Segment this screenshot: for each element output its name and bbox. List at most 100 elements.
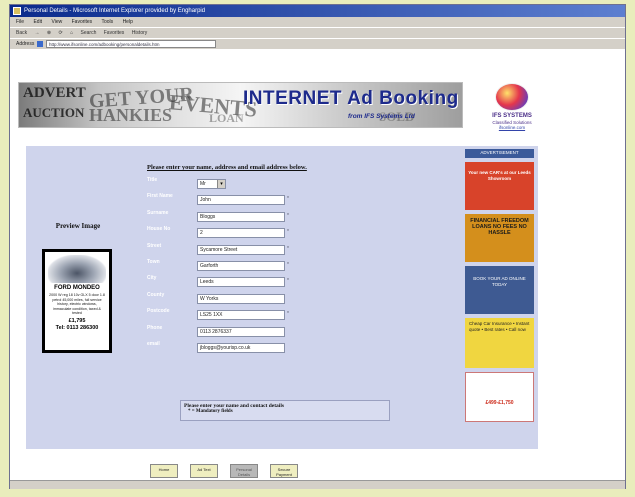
refresh-icon[interactable]: ⟳: [59, 30, 63, 36]
postcode-input[interactable]: LS25 1XX: [197, 310, 285, 321]
preview-description: 2000 W reg 18 10v GLX 5 door 1.8 petrol …: [49, 293, 105, 315]
sidebar-ad-text: BOOK YOUR AD ONLINE TODAY: [473, 276, 526, 287]
sidebar-ad-booking[interactable]: BOOK YOUR AD ONLINE TODAY: [465, 266, 534, 314]
car-image: [48, 255, 106, 283]
menu-tools[interactable]: Tools: [101, 19, 113, 25]
sidebar-ad-text: ADVERTISEMENT: [480, 150, 519, 155]
banner-collage-word: AUCTION: [23, 105, 85, 120]
field-county: County W Yorks: [145, 292, 379, 308]
field-email: email jbloggs@yourisp.co.uk: [145, 341, 379, 357]
field-first-name: First Name John *: [145, 193, 379, 209]
details-form: Title Mr ▾ First Name John * Surname Blo…: [145, 177, 379, 357]
required-marker: *: [287, 196, 289, 203]
window-title: Personal Details - Microsoft Internet Ex…: [24, 8, 206, 14]
toolbar: Back → ⊗ ⟳ ⌂ Search Favorites History: [10, 27, 625, 38]
field-label: House No: [147, 226, 171, 233]
preview-price: £1,795: [68, 317, 86, 324]
back-button[interactable]: Back: [16, 30, 27, 36]
stop-icon[interactable]: ⊗: [47, 30, 51, 36]
field-label: email: [147, 340, 160, 347]
personal-details-button: Personal Details: [230, 464, 258, 478]
email-input[interactable]: jbloggs@yourisp.co.uk: [197, 342, 285, 353]
field-label: County: [147, 291, 165, 298]
field-title: Title Mr ▾: [145, 177, 379, 193]
favorites-button[interactable]: Favorites: [104, 30, 125, 36]
status-bar: [10, 480, 625, 489]
required-marker: *: [287, 212, 289, 219]
address-input[interactable]: http://www.ifsonline.com/adbooking/perso…: [46, 40, 216, 48]
address-label: Address: [16, 41, 35, 47]
phone-input[interactable]: 0113 2876337: [197, 326, 285, 337]
menu-help[interactable]: Help: [123, 19, 133, 25]
field-label: Town: [147, 258, 160, 265]
field-label: Surname: [147, 209, 169, 216]
menu-favorites[interactable]: Favorites: [72, 19, 93, 25]
home-icon[interactable]: ⌂: [70, 30, 73, 36]
field-surname: Surname Bloggs *: [145, 210, 379, 226]
home-button[interactable]: Home: [150, 464, 178, 478]
history-button[interactable]: History: [132, 30, 148, 36]
mandatory-note: * = Mandatory fields: [188, 409, 233, 414]
title-select[interactable]: Mr ▾: [197, 179, 226, 189]
sidebar-ad-text: Cheap Car Insurance • Instant quote • Be…: [469, 321, 530, 332]
field-postcode: Postcode LS25 1XX *: [145, 308, 379, 324]
ie-icon: [13, 7, 21, 15]
field-label: First Name: [147, 193, 173, 200]
chevron-down-icon[interactable]: ▾: [217, 180, 225, 188]
menu-bar: File Edit View Favorites Tools Help: [10, 17, 625, 27]
page-icon: [37, 41, 43, 47]
banner-collage-word: ADVERT: [23, 85, 86, 101]
ad-sidebar: ADVERTISEMENT Your new CAR's at our Leed…: [465, 149, 534, 426]
preview-ad-card: FORD MONDEO 2000 W reg 18 10v GLX 5 door…: [42, 249, 112, 353]
sidebar-ad-price[interactable]: £499-£1,750: [465, 372, 534, 422]
required-marker: *: [287, 278, 289, 285]
sidebar-ad-finance[interactable]: FINANCIAL FREEDOM LOANS NO FEES NO HASSL…: [465, 214, 534, 262]
logo-name: IFS SYSTEMS: [492, 113, 532, 119]
county-input[interactable]: W Yorks: [197, 293, 285, 304]
field-label: Street: [147, 242, 162, 249]
title-bar: Personal Details - Microsoft Internet Ex…: [10, 5, 625, 17]
form-note: Please enter your name and contact detai…: [180, 400, 390, 421]
banner-collage-word: HANKIES: [89, 105, 173, 125]
menu-view[interactable]: View: [51, 19, 62, 25]
logo-globe-icon: [495, 83, 529, 111]
banner-subtitle: from IFS Systems Ltd: [348, 113, 415, 120]
banner-collage-word: LOAN: [209, 111, 244, 125]
sidebar-ad-car[interactable]: Your new CAR's at our Leeds Showroom: [465, 162, 534, 210]
field-town: Town Garforth *: [145, 259, 379, 275]
search-button[interactable]: Search: [81, 30, 97, 36]
city-input[interactable]: Leeds: [197, 277, 285, 288]
field-label: Title: [147, 177, 158, 183]
field-phone: Phone 0113 2876337: [145, 325, 379, 341]
title-select-value: Mr: [200, 181, 206, 187]
menu-file[interactable]: File: [16, 19, 24, 25]
sidebar-ad-text: FINANCIAL FREEDOM LOANS NO FEES NO HASSL…: [470, 218, 529, 236]
logo-link[interactable]: ifsonline.com: [483, 125, 541, 131]
menu-edit[interactable]: Edit: [33, 19, 42, 25]
house-no-input[interactable]: 2: [197, 228, 285, 239]
required-marker: *: [287, 311, 289, 318]
required-marker: *: [287, 245, 289, 252]
secure-payment-button[interactable]: Secure Payment: [270, 464, 298, 478]
field-label: Phone: [147, 324, 163, 331]
sidebar-ad-insurance[interactable]: Cheap Car Insurance • Instant quote • Be…: [465, 318, 534, 368]
street-input[interactable]: Sycamore Street: [197, 244, 285, 255]
page-viewport[interactable]: ADVERT AUCTION GET YOUR HANKIES EVENTS L…: [10, 49, 625, 489]
sidebar-ad-text: Your new CAR's at our Leeds Showroom: [468, 170, 531, 181]
required-marker: *: [287, 261, 289, 268]
field-label: Postcode: [147, 308, 170, 315]
banner: ADVERT AUCTION GET YOUR HANKIES EVENTS L…: [18, 82, 463, 128]
preview-title: Preview Image: [55, 222, 101, 230]
sidebar-ad-text: £499-£1,750: [485, 400, 514, 406]
first-name-input[interactable]: John: [197, 195, 285, 206]
preview-phone: Tel: 0113 286300: [55, 324, 99, 331]
preview-heading: FORD MONDEO: [54, 285, 100, 291]
form-instruction: Please enter your name, address and emai…: [147, 164, 307, 171]
surname-input[interactable]: Bloggs: [197, 211, 285, 222]
forward-button[interactable]: →: [35, 30, 40, 36]
field-label: City: [147, 275, 157, 282]
field-city: City Leeds *: [145, 275, 379, 291]
company-logo[interactable]: IFS SYSTEMS Classified Solutions ifsonli…: [483, 83, 541, 141]
town-input[interactable]: Garforth: [197, 260, 285, 271]
ad-text-button[interactable]: Ad Text: [190, 464, 218, 478]
